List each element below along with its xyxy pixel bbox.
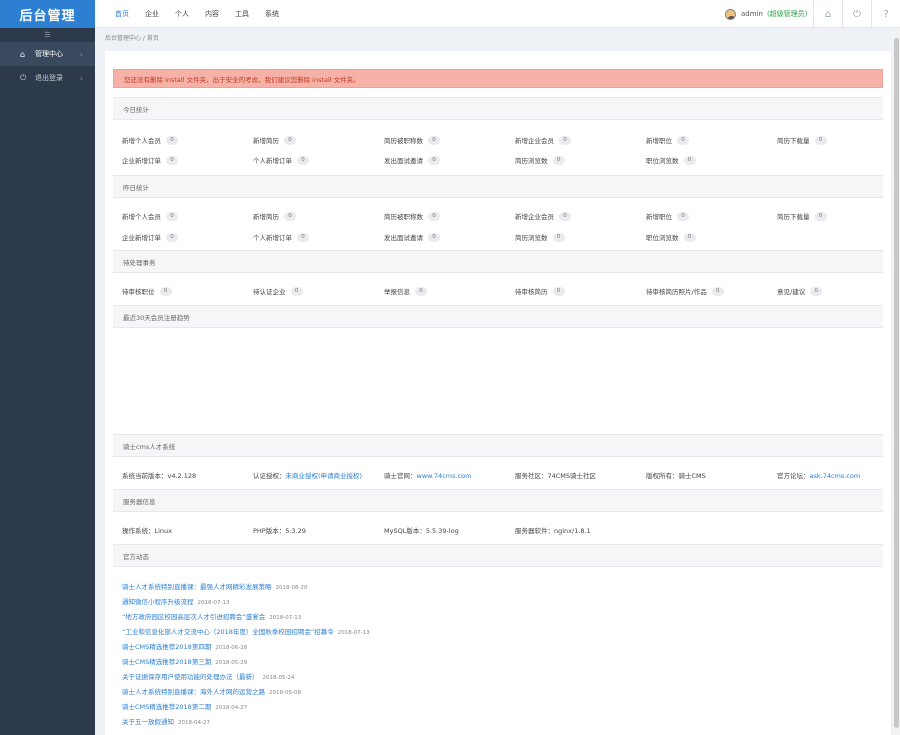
yesterday-stat: 新增企业会员 0 bbox=[515, 211, 571, 221]
system-site: 骑士官网：www.74cms.com bbox=[384, 472, 472, 480]
pending-item[interactable]: 待审核简历照片/作品 0 bbox=[646, 286, 724, 296]
today-stat: 新增职位 0 bbox=[646, 135, 689, 145]
yesterday-stat: 新增简历 0 bbox=[253, 211, 296, 221]
pending-item[interactable]: 待审核职位 0 bbox=[122, 286, 172, 296]
today-stat: 个人新增订单 0 bbox=[253, 155, 309, 165]
scrollbar-thumb[interactable] bbox=[894, 38, 899, 728]
power-icon[interactable]: ⏻ bbox=[842, 0, 871, 28]
news-header: 官方动态 bbox=[113, 544, 883, 567]
news-item[interactable]: 骑士人才系统特别直播课：海外人才网的运营之路 2018-05-08 bbox=[122, 686, 301, 696]
yesterday-stat: 企业新增订单 0 bbox=[122, 232, 178, 242]
server-os: 操作系统：Linux bbox=[122, 527, 173, 535]
pending-item[interactable]: 举报信息 0 bbox=[384, 286, 427, 296]
today-stat: 新增企业会员 0 bbox=[515, 135, 571, 145]
news-item[interactable]: 骑士CMS精选推荐2018第三期 2018-05-29 bbox=[122, 656, 247, 666]
news-item[interactable]: 骑士CMS精选推荐2018第二期 2018-04-27 bbox=[122, 701, 247, 711]
today-stat: 职位浏览数 0 bbox=[646, 155, 696, 165]
yesterday-stat: 简历下载量 0 bbox=[777, 211, 827, 221]
main-panel: 您还没有删除 install 文件夹，出于安全的考虑，我们建议您删除 insta… bbox=[105, 51, 891, 735]
server-php: PHP版本：5.3.29 bbox=[253, 527, 306, 535]
power-icon: ⏻ bbox=[20, 73, 27, 82]
qa-link[interactable]: ask.74cms.com bbox=[810, 472, 861, 480]
server-mysql: MySQL版本：5.5.39-log bbox=[384, 527, 459, 535]
system-auth: 认证授权：未商业授权(申请商业授权) bbox=[253, 472, 363, 480]
today-stat: 简历浏览数 0 bbox=[515, 155, 565, 165]
app-logo: 后台管理 bbox=[0, 0, 95, 28]
top-nav: 首页 企业 个人 内容 工具 系统 bbox=[115, 0, 295, 28]
news-item[interactable]: “工业和信息化部人才交流中心（2018年度）全国秋季校园招聘会”招募令 2018-… bbox=[122, 626, 370, 636]
sidebar-item-logout[interactable]: ⏻ 退出登录 › bbox=[0, 66, 95, 90]
avatar bbox=[725, 8, 736, 20]
pending-header: 待处理事务 bbox=[113, 250, 883, 273]
news-item[interactable]: “地方政府园区校园高层次人才引进招聘会”盛宴会 2018-07-13 bbox=[122, 611, 301, 621]
sidebar: ☰ ⌂ 管理中心 › ⏻ 退出登录 › bbox=[0, 28, 95, 735]
home-icon: ⌂ bbox=[20, 49, 26, 59]
page-scrollbar[interactable] bbox=[893, 28, 900, 735]
system-owner: 版权所有：骑士CMS bbox=[646, 472, 706, 480]
sidebar-item-admin-center[interactable]: ⌂ 管理中心 › bbox=[0, 42, 95, 66]
news-item[interactable]: 骑士CMS精选推荐2018第四期 2018-06-28 bbox=[122, 641, 247, 651]
server-header: 服务器信息 bbox=[113, 489, 883, 512]
system-qa: 官方论坛：ask.74cms.com bbox=[777, 472, 861, 480]
system-forum: 服务社区：74CMS骑士社区 bbox=[515, 472, 597, 480]
chevron-right-icon: › bbox=[79, 73, 83, 83]
install-warning-alert: 您还没有删除 install 文件夹，出于安全的考虑，我们建议您删除 insta… bbox=[113, 69, 883, 88]
yesterday-stat: 新增个人会员 0 bbox=[122, 211, 178, 221]
nav-content[interactable]: 内容 bbox=[205, 9, 219, 19]
yesterday-stat: 简历被职称数 0 bbox=[384, 211, 440, 221]
pending-item[interactable]: 待审核简历 0 bbox=[515, 286, 565, 296]
home-icon[interactable]: ⌂ bbox=[813, 0, 842, 28]
news-item[interactable]: 骑士人才系统特别直播课：最强人才网精彩发展策略 2018-08-20 bbox=[122, 581, 307, 591]
news-item[interactable]: 通知微信小程序升级流程 2018-07-13 bbox=[122, 596, 229, 606]
top-header: 首页 企业 个人 内容 工具 系统 admin (超级管理员) ⌂ ⏻ ? bbox=[95, 0, 900, 28]
yesterday-stats-header: 昨日统计 bbox=[113, 175, 883, 198]
news-item[interactable]: 关于证据保存用户使用功能的处理办法（最新） 2018-05-24 bbox=[122, 671, 294, 681]
chevron-right-icon: › bbox=[79, 49, 83, 59]
pending-item[interactable]: 意见/建议 0 bbox=[777, 286, 823, 296]
today-stats-header: 今日统计 bbox=[113, 97, 883, 120]
nav-company[interactable]: 企业 bbox=[145, 9, 159, 19]
nav-personal[interactable]: 个人 bbox=[175, 9, 189, 19]
system-version: 系统当前版本：v4.2.128 bbox=[122, 472, 197, 480]
yesterday-stat: 个人新增订单 0 bbox=[253, 232, 309, 242]
nav-system[interactable]: 系统 bbox=[265, 9, 279, 19]
news-item[interactable]: 关于五一放假通知 2018-04-27 bbox=[122, 716, 210, 726]
today-stat: 简历下载量 0 bbox=[777, 135, 827, 145]
help-icon[interactable]: ? bbox=[871, 0, 900, 28]
user-role: (超级管理员) bbox=[766, 10, 808, 18]
today-stat: 新增个人会员 0 bbox=[122, 135, 178, 145]
today-stat: 发出面试邀请 0 bbox=[384, 155, 440, 165]
server-web: 服务器软件：nginx/1.8.1 bbox=[515, 527, 591, 535]
yesterday-stat: 简历浏览数 0 bbox=[515, 232, 565, 242]
user-name: admin bbox=[741, 10, 763, 18]
today-stat: 企业新增订单 0 bbox=[122, 155, 178, 165]
sidebar-item-label: 管理中心 bbox=[35, 50, 63, 58]
header-icons: ⌂ ⏻ ? bbox=[813, 0, 900, 28]
today-stat: 新增简历 0 bbox=[253, 135, 296, 145]
site-link[interactable]: www.74cms.com bbox=[417, 472, 472, 480]
nav-home[interactable]: 首页 bbox=[115, 9, 129, 19]
yesterday-stat: 职位浏览数 0 bbox=[646, 232, 696, 242]
user-info[interactable]: admin (超级管理员) bbox=[725, 0, 807, 28]
system-header: 骑士cms人才系统 bbox=[113, 434, 883, 457]
breadcrumb: 后台管理中心 / 首页 bbox=[105, 35, 159, 42]
nav-tools[interactable]: 工具 bbox=[235, 9, 249, 19]
sidebar-item-label: 退出登录 bbox=[35, 74, 63, 82]
sidebar-toggle[interactable]: ☰ bbox=[0, 28, 95, 42]
yesterday-stat: 新增职位 0 bbox=[646, 211, 689, 221]
today-stat: 简历被职称数 0 bbox=[384, 135, 440, 145]
auth-link[interactable]: 未商业授权(申请商业授权) bbox=[286, 472, 363, 480]
pending-item[interactable]: 待认证企业 0 bbox=[253, 286, 303, 296]
yesterday-stat: 发出面试邀请 0 bbox=[384, 232, 440, 242]
trend-chart-area bbox=[113, 321, 883, 431]
